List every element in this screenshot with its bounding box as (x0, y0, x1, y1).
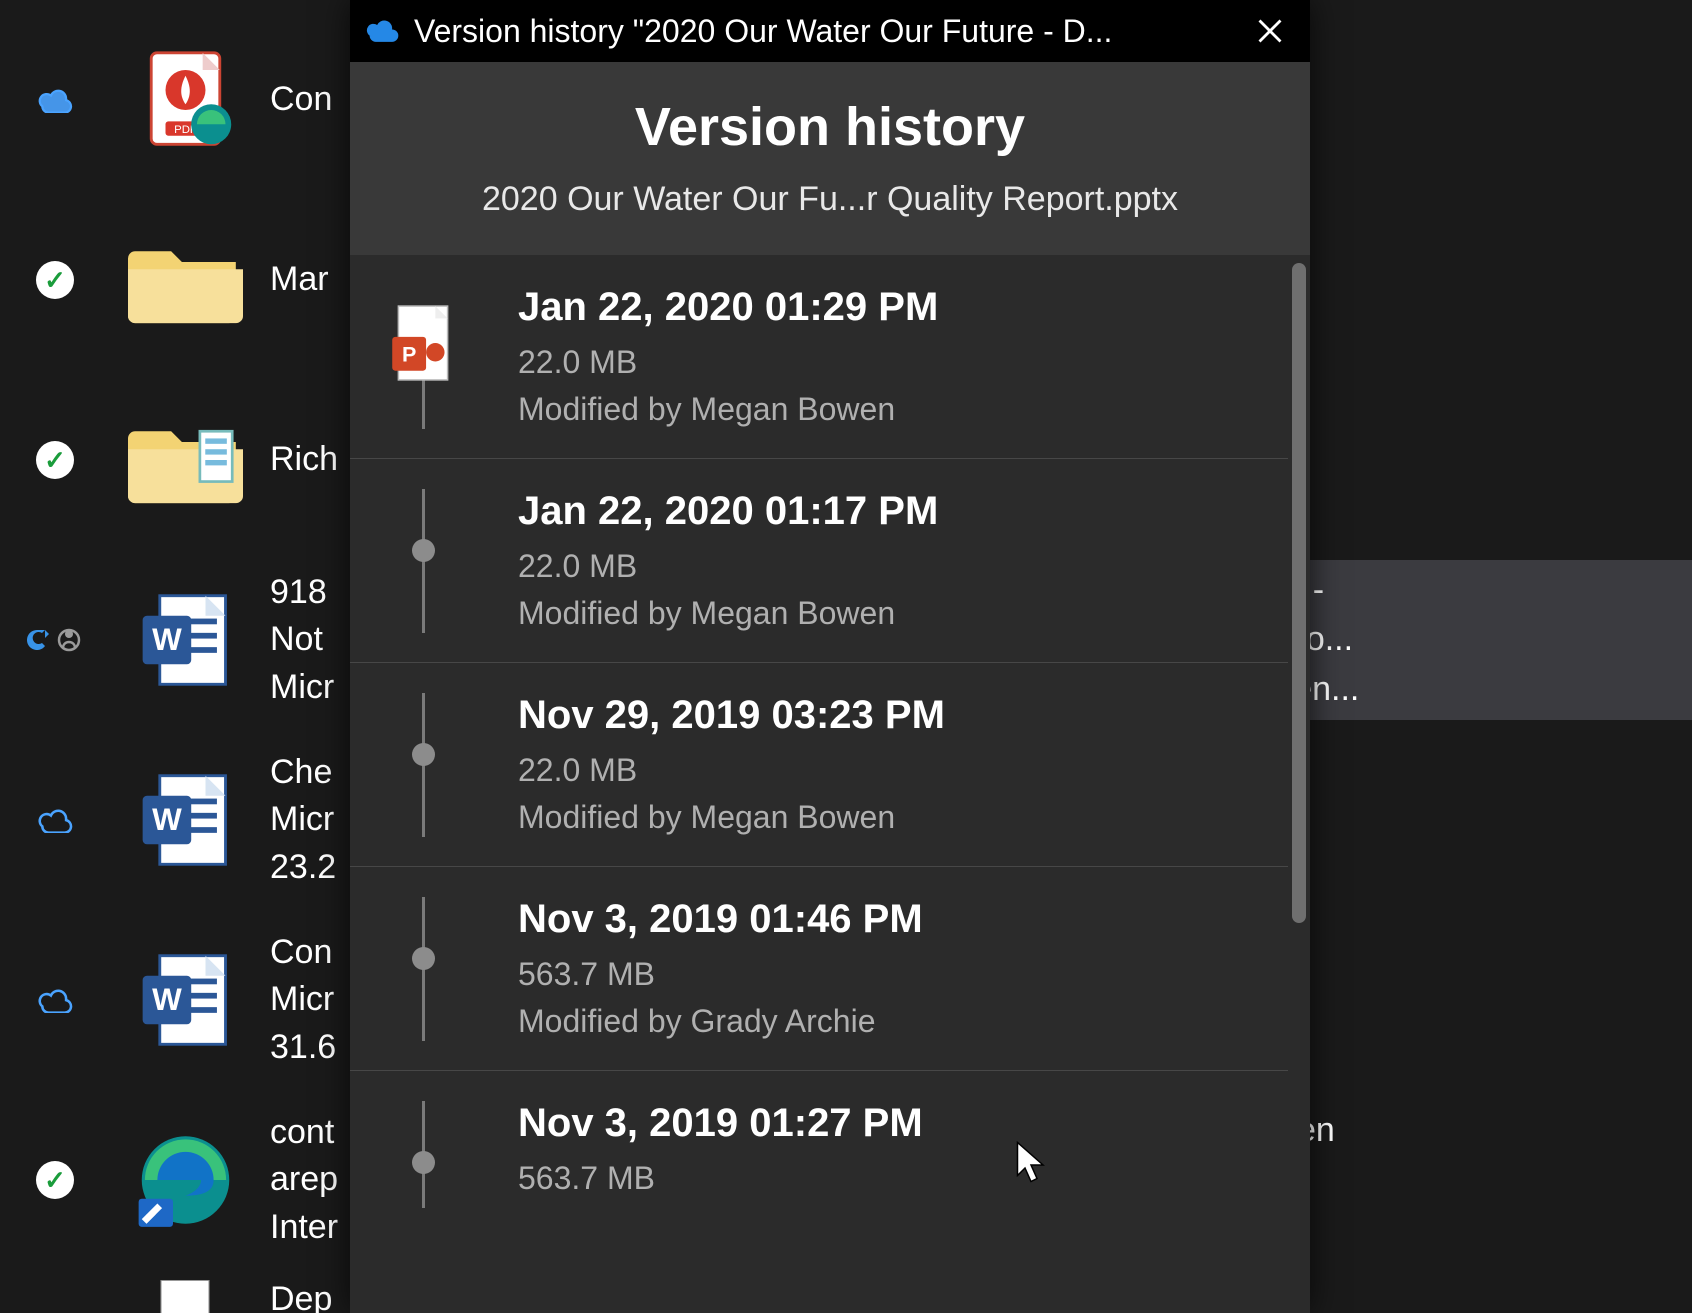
edge-shortcut-icon (128, 1130, 243, 1230)
version-modified-by: Modified by Megan Bowen (518, 799, 1278, 836)
synced-status-icon: ✓ (36, 261, 74, 299)
svg-text:W: W (152, 622, 182, 657)
word-doc-icon: W (128, 590, 243, 690)
folder-icon (128, 230, 243, 330)
version-row[interactable]: Nov 3, 2019 01:27 PM 563.7 MB (350, 1071, 1288, 1237)
version-row[interactable]: Nov 3, 2019 01:46 PM 563.7 MB Modified b… (350, 867, 1288, 1071)
timeline-dot-icon (412, 743, 435, 766)
timeline-dot-icon (412, 947, 435, 970)
version-date: Nov 3, 2019 01:46 PM (518, 897, 1278, 942)
pdf-file-icon: PDF (128, 50, 243, 150)
version-modified-by: Modified by Megan Bowen (518, 595, 1278, 632)
version-date: Nov 3, 2019 01:27 PM (518, 1101, 1278, 1146)
version-modified-by: Modified by Grady Archie (518, 1003, 1278, 1040)
version-row[interactable]: P Jan 22, 2020 01:29 PM 22.0 MB Modified… (350, 255, 1288, 459)
dialog-header: Version history 2020 Our Water Our Fu...… (350, 62, 1310, 255)
version-history-dialog: Version history "2020 Our Water Our Futu… (350, 0, 1310, 1313)
version-size: 563.7 MB (518, 956, 1278, 993)
timeline-dot-icon (412, 539, 435, 562)
versions-scrollbar[interactable] (1288, 255, 1310, 1313)
cloud-status-icon (36, 81, 74, 119)
dialog-filename: 2020 Our Water Our Fu...r Quality Report… (370, 180, 1290, 219)
version-date: Jan 22, 2020 01:17 PM (518, 489, 1278, 534)
dialog-titlebar[interactable]: Version history "2020 Our Water Our Futu… (350, 0, 1310, 62)
version-date: Jan 22, 2020 01:29 PM (518, 285, 1278, 330)
version-size: 22.0 MB (518, 344, 1278, 381)
close-button[interactable] (1240, 6, 1300, 56)
version-size: 563.7 MB (518, 1160, 1278, 1197)
version-row[interactable]: Nov 29, 2019 03:23 PM 22.0 MB Modified b… (350, 663, 1288, 867)
svg-text:P: P (402, 342, 416, 366)
folder-with-docs-icon (128, 410, 243, 510)
cloud-status-icon (36, 981, 74, 1019)
word-doc-icon: W (128, 770, 243, 870)
onedrive-icon (364, 17, 400, 45)
svg-text:W: W (152, 982, 182, 1017)
scrollbar-thumb[interactable] (1292, 263, 1306, 923)
powerpoint-file-icon: P (392, 303, 454, 383)
version-row[interactable]: Jan 22, 2020 01:17 PM 22.0 MB Modified b… (350, 459, 1288, 663)
version-modified-by: Modified by Megan Bowen (518, 391, 1278, 428)
word-doc-icon: W (128, 950, 243, 1050)
synced-status-icon: ✓ (36, 441, 74, 479)
version-size: 22.0 MB (518, 548, 1278, 585)
syncing-status-icon (23, 620, 87, 660)
file-icon (150, 1280, 220, 1313)
timeline-dot-icon (412, 1151, 435, 1174)
cloud-status-icon (36, 801, 74, 839)
version-size: 22.0 MB (518, 752, 1278, 789)
versions-list[interactable]: P Jan 22, 2020 01:29 PM 22.0 MB Modified… (350, 255, 1288, 1313)
dialog-title: Version history "2020 Our Water Our Futu… (414, 13, 1240, 50)
svg-text:W: W (152, 802, 182, 837)
dialog-heading: Version history (370, 96, 1290, 158)
synced-status-icon: ✓ (36, 1161, 74, 1199)
version-date: Nov 29, 2019 03:23 PM (518, 693, 1278, 738)
